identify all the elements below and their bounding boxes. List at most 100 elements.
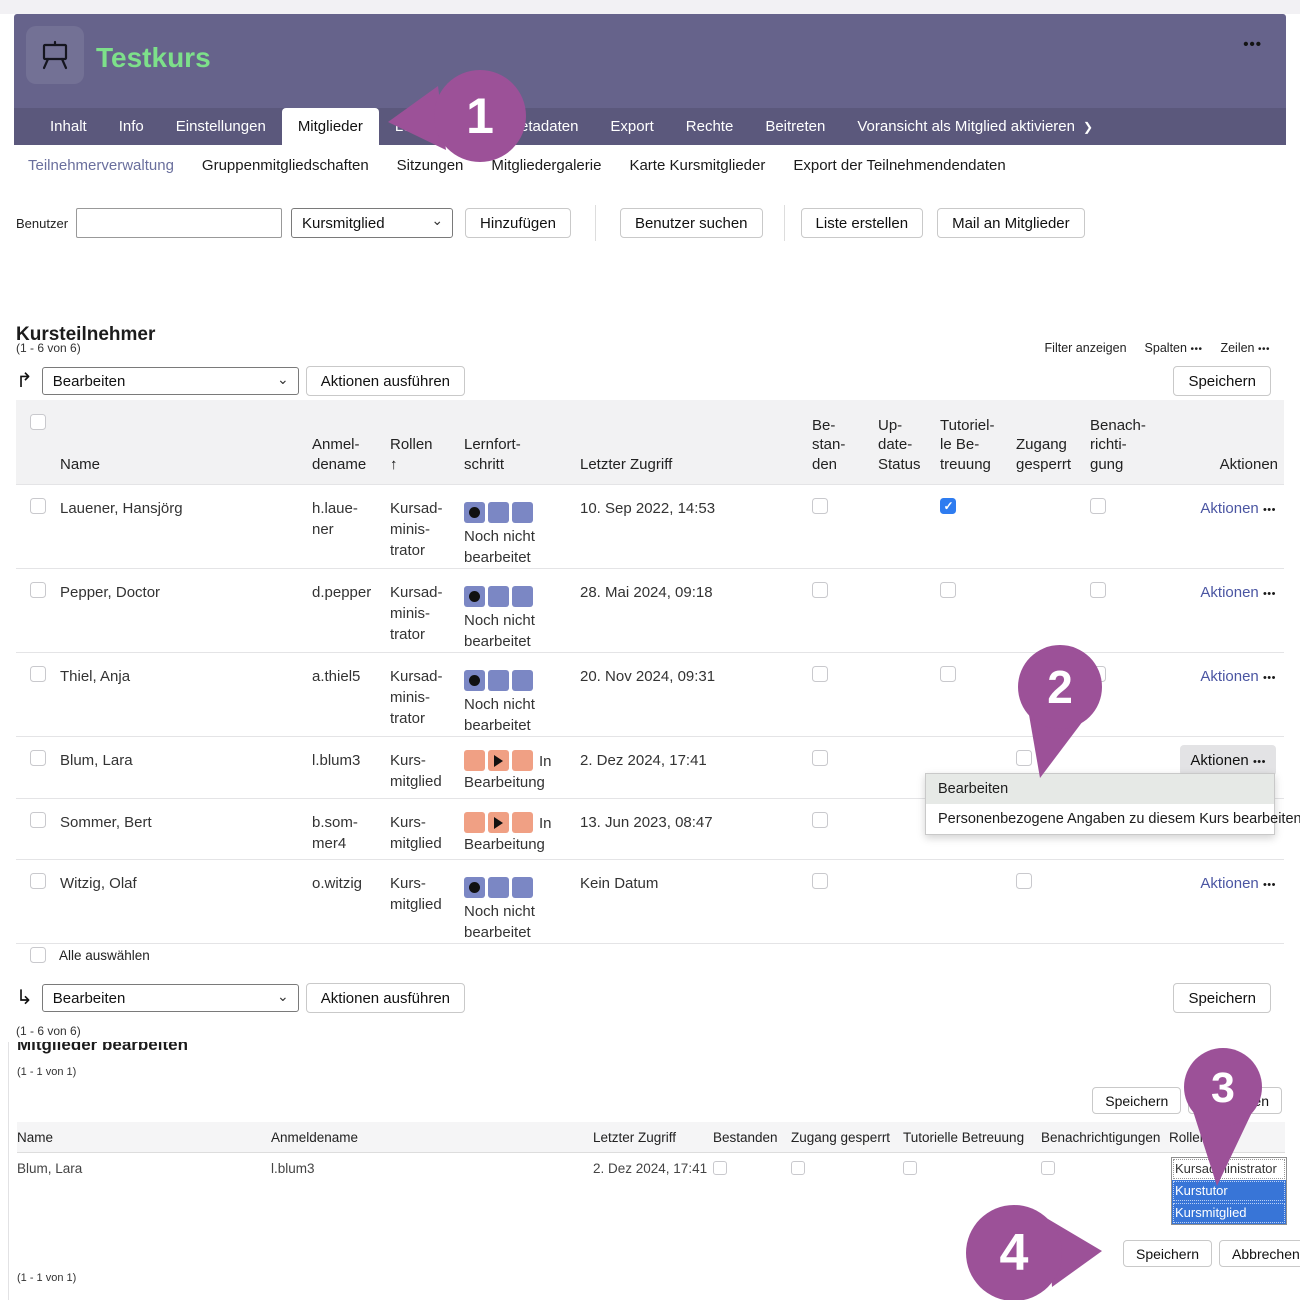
select-all-checkbox[interactable] xyxy=(30,947,46,963)
col-name[interactable]: Name xyxy=(60,455,312,475)
row-checkbox[interactable] xyxy=(30,498,46,514)
spalten-menu[interactable]: Spalten ••• xyxy=(1145,341,1203,355)
benutzer-input[interactable] xyxy=(76,208,282,238)
aktionen-link[interactable]: Aktionen xyxy=(1200,500,1258,517)
speichern-button-top[interactable]: Speichern xyxy=(1173,366,1271,396)
bestanden-checkbox[interactable] xyxy=(713,1161,727,1175)
banner-more-icon[interactable]: ••• xyxy=(1243,36,1262,53)
col-update-status[interactable]: Up- date- Status xyxy=(878,416,940,475)
col-rollen[interactable]: Rollen↑ xyxy=(390,435,464,474)
row-checkbox[interactable] xyxy=(30,666,46,682)
aktionen-ausfuehren-button-bottom[interactable]: Aktionen ausführen xyxy=(306,983,465,1013)
col-tutorielle-betreuung[interactable]: Tutoriel- le Be- treuung xyxy=(940,416,1016,475)
row-checkbox[interactable] xyxy=(30,812,46,828)
zugang-checkbox[interactable] xyxy=(1016,750,1032,766)
hinzufuegen-button[interactable]: Hinzufügen xyxy=(465,208,571,238)
tab-export[interactable]: Export xyxy=(594,108,669,145)
col-letzter-zugriff[interactable]: Letzter Zugriff xyxy=(580,455,812,475)
aktionen-link[interactable]: Aktionen xyxy=(1200,668,1258,685)
subtab-teilnehmerverwaltung[interactable]: Teilnehmerverwaltung xyxy=(14,157,188,174)
zugang-cell xyxy=(1016,750,1090,772)
bestanden-checkbox[interactable] xyxy=(812,750,828,766)
tab-hidden[interactable]: Le xyxy=(379,108,428,145)
option-kursmitglied[interactable]: Kursmitglied xyxy=(1172,1202,1286,1224)
row-checkbox[interactable] xyxy=(30,582,46,598)
tab-mitglieder[interactable]: Mitglieder xyxy=(282,108,379,145)
benachrichtigung-checkbox[interactable] xyxy=(1090,582,1106,598)
aktionen-ausfuehren-button-top[interactable]: Aktionen ausführen xyxy=(306,366,465,396)
edit-top-buttons: Speichern Abbrechen xyxy=(1092,1087,1282,1114)
speichern-button-bottom[interactable]: Speichern xyxy=(1173,983,1271,1013)
filter-anzeigen-link[interactable]: Filter anzeigen xyxy=(1045,341,1127,355)
aktionen-link[interactable]: Aktionen xyxy=(1200,584,1258,601)
header-checkbox[interactable] xyxy=(30,414,46,430)
divider xyxy=(595,205,596,241)
bestanden-checkbox[interactable] xyxy=(812,498,828,514)
abbrechen-button-edit-top[interactable]: Abbrechen xyxy=(1188,1087,1282,1114)
subtab-gruppenmitgliedschaften[interactable]: Gruppenmitgliedschaften xyxy=(188,157,383,174)
menu-item-bearbeiten[interactable]: Bearbeiten xyxy=(926,774,1274,804)
aktionen-link[interactable]: Aktionen xyxy=(1200,875,1258,892)
bulk-action-select-bottom[interactable]: Bearbeiten xyxy=(42,984,299,1012)
tab-einstellungen[interactable]: Einstellungen xyxy=(160,108,282,145)
tutorielle-checkbox[interactable] xyxy=(903,1161,917,1175)
col-bestanden[interactable]: Be- stan- den xyxy=(812,416,878,475)
option-kurstutor[interactable]: Kurstutor xyxy=(1172,1180,1286,1202)
aktionen-cell: Aktionen ••• xyxy=(1174,498,1284,519)
speichern-button-edit-top[interactable]: Speichern xyxy=(1092,1087,1181,1114)
name-cell: Witzig, Olaf xyxy=(60,873,312,894)
liste-erstellen-button[interactable]: Liste erstellen xyxy=(801,208,924,238)
tab-info[interactable]: Info xyxy=(103,108,160,145)
aktionen-button-active[interactable]: Aktionen ••• xyxy=(1180,745,1276,776)
tutorielle-checkbox[interactable] xyxy=(940,582,956,598)
mitglieder-bearbeiten-section: Mitglieder bearbeiten (1 - 1 von 1) Spei… xyxy=(8,1042,1293,1300)
tab-voransicht[interactable]: Voransicht als Mitglied aktivieren❯ xyxy=(841,108,1109,145)
tutorielle-checkbox[interactable] xyxy=(940,498,956,514)
aktionen-cell: Aktionen ••• xyxy=(1174,582,1284,603)
benutzer-suchen-button[interactable]: Benutzer suchen xyxy=(620,208,763,238)
abbrechen-button-edit-bottom[interactable]: Abbrechen xyxy=(1219,1240,1300,1267)
tutorielle-checkbox[interactable] xyxy=(940,666,956,682)
tab-rechte[interactable]: Rechte xyxy=(670,108,750,145)
col-zugang-gesperrt[interactable]: Zugang gesperrt xyxy=(1016,435,1090,474)
col-anmeldename[interactable]: Anmel- dename xyxy=(312,435,390,474)
aktionen-dots-icon[interactable]: ••• xyxy=(1263,504,1276,516)
subtab-sitzungen[interactable]: Sitzungen xyxy=(383,157,478,174)
row-checkbox[interactable] xyxy=(30,873,46,889)
sort-asc-icon[interactable]: ↑ xyxy=(390,455,458,475)
row-select-cell xyxy=(16,666,60,687)
col-benachrichtigung[interactable]: Benach- richti- gung xyxy=(1090,416,1174,475)
zugang-checkbox[interactable] xyxy=(791,1161,805,1175)
aktionen-dots-icon[interactable]: ••• xyxy=(1263,672,1276,684)
role-select[interactable]: Kursmitglied xyxy=(291,208,453,238)
zugang-checkbox[interactable] xyxy=(1016,873,1032,889)
edit-count: (1 - 1 von 1) xyxy=(17,1066,76,1078)
course-icon xyxy=(26,26,84,84)
zeilen-menu[interactable]: Zeilen ••• xyxy=(1220,341,1270,355)
speichern-button-edit-bottom[interactable]: Speichern xyxy=(1123,1240,1212,1267)
subtab-mitgliedergalerie[interactable]: Mitgliedergalerie xyxy=(477,157,615,174)
bestanden-checkbox[interactable] xyxy=(812,873,828,889)
tutorielle-cell xyxy=(940,582,1016,604)
tab-beitreten[interactable]: Beitreten xyxy=(749,108,841,145)
benachrichtigung-checkbox[interactable] xyxy=(1090,666,1106,682)
row-checkbox[interactable] xyxy=(30,750,46,766)
bestanden-checkbox[interactable] xyxy=(812,666,828,682)
tab-metadaten[interactable]: Metadaten xyxy=(492,108,595,145)
progress-cell: In Bearbeitung xyxy=(464,812,580,855)
aktionen-dots-icon[interactable]: ••• xyxy=(1263,879,1276,891)
menu-item-personenbezogene[interactable]: Personenbezogene Angaben zu diesem Kurs … xyxy=(926,804,1274,834)
benachrichtigungen-checkbox[interactable] xyxy=(1041,1161,1055,1175)
mail-an-mitglieder-button[interactable]: Mail an Mitglieder xyxy=(937,208,1085,238)
tab-inhalt[interactable]: Inhalt xyxy=(34,108,103,145)
col-lernfortschritt[interactable]: Lernfort- schritt xyxy=(464,435,580,474)
bestanden-checkbox[interactable] xyxy=(812,812,828,828)
benachrichtigung-checkbox[interactable] xyxy=(1090,498,1106,514)
bulk-action-select-top[interactable]: Bearbeiten xyxy=(42,367,299,395)
subtab-karte-kursmitglieder[interactable]: Karte Kursmitglieder xyxy=(615,157,779,174)
subtab-export-teilnehmendendaten[interactable]: Export der Teilnehmendendaten xyxy=(779,157,1019,174)
option-kursadministrator[interactable]: Kursadministrator xyxy=(1172,1158,1286,1180)
progress-label: Noch nicht bearbeitet xyxy=(464,610,572,652)
bestanden-checkbox[interactable] xyxy=(812,582,828,598)
aktionen-dots-icon[interactable]: ••• xyxy=(1263,588,1276,600)
